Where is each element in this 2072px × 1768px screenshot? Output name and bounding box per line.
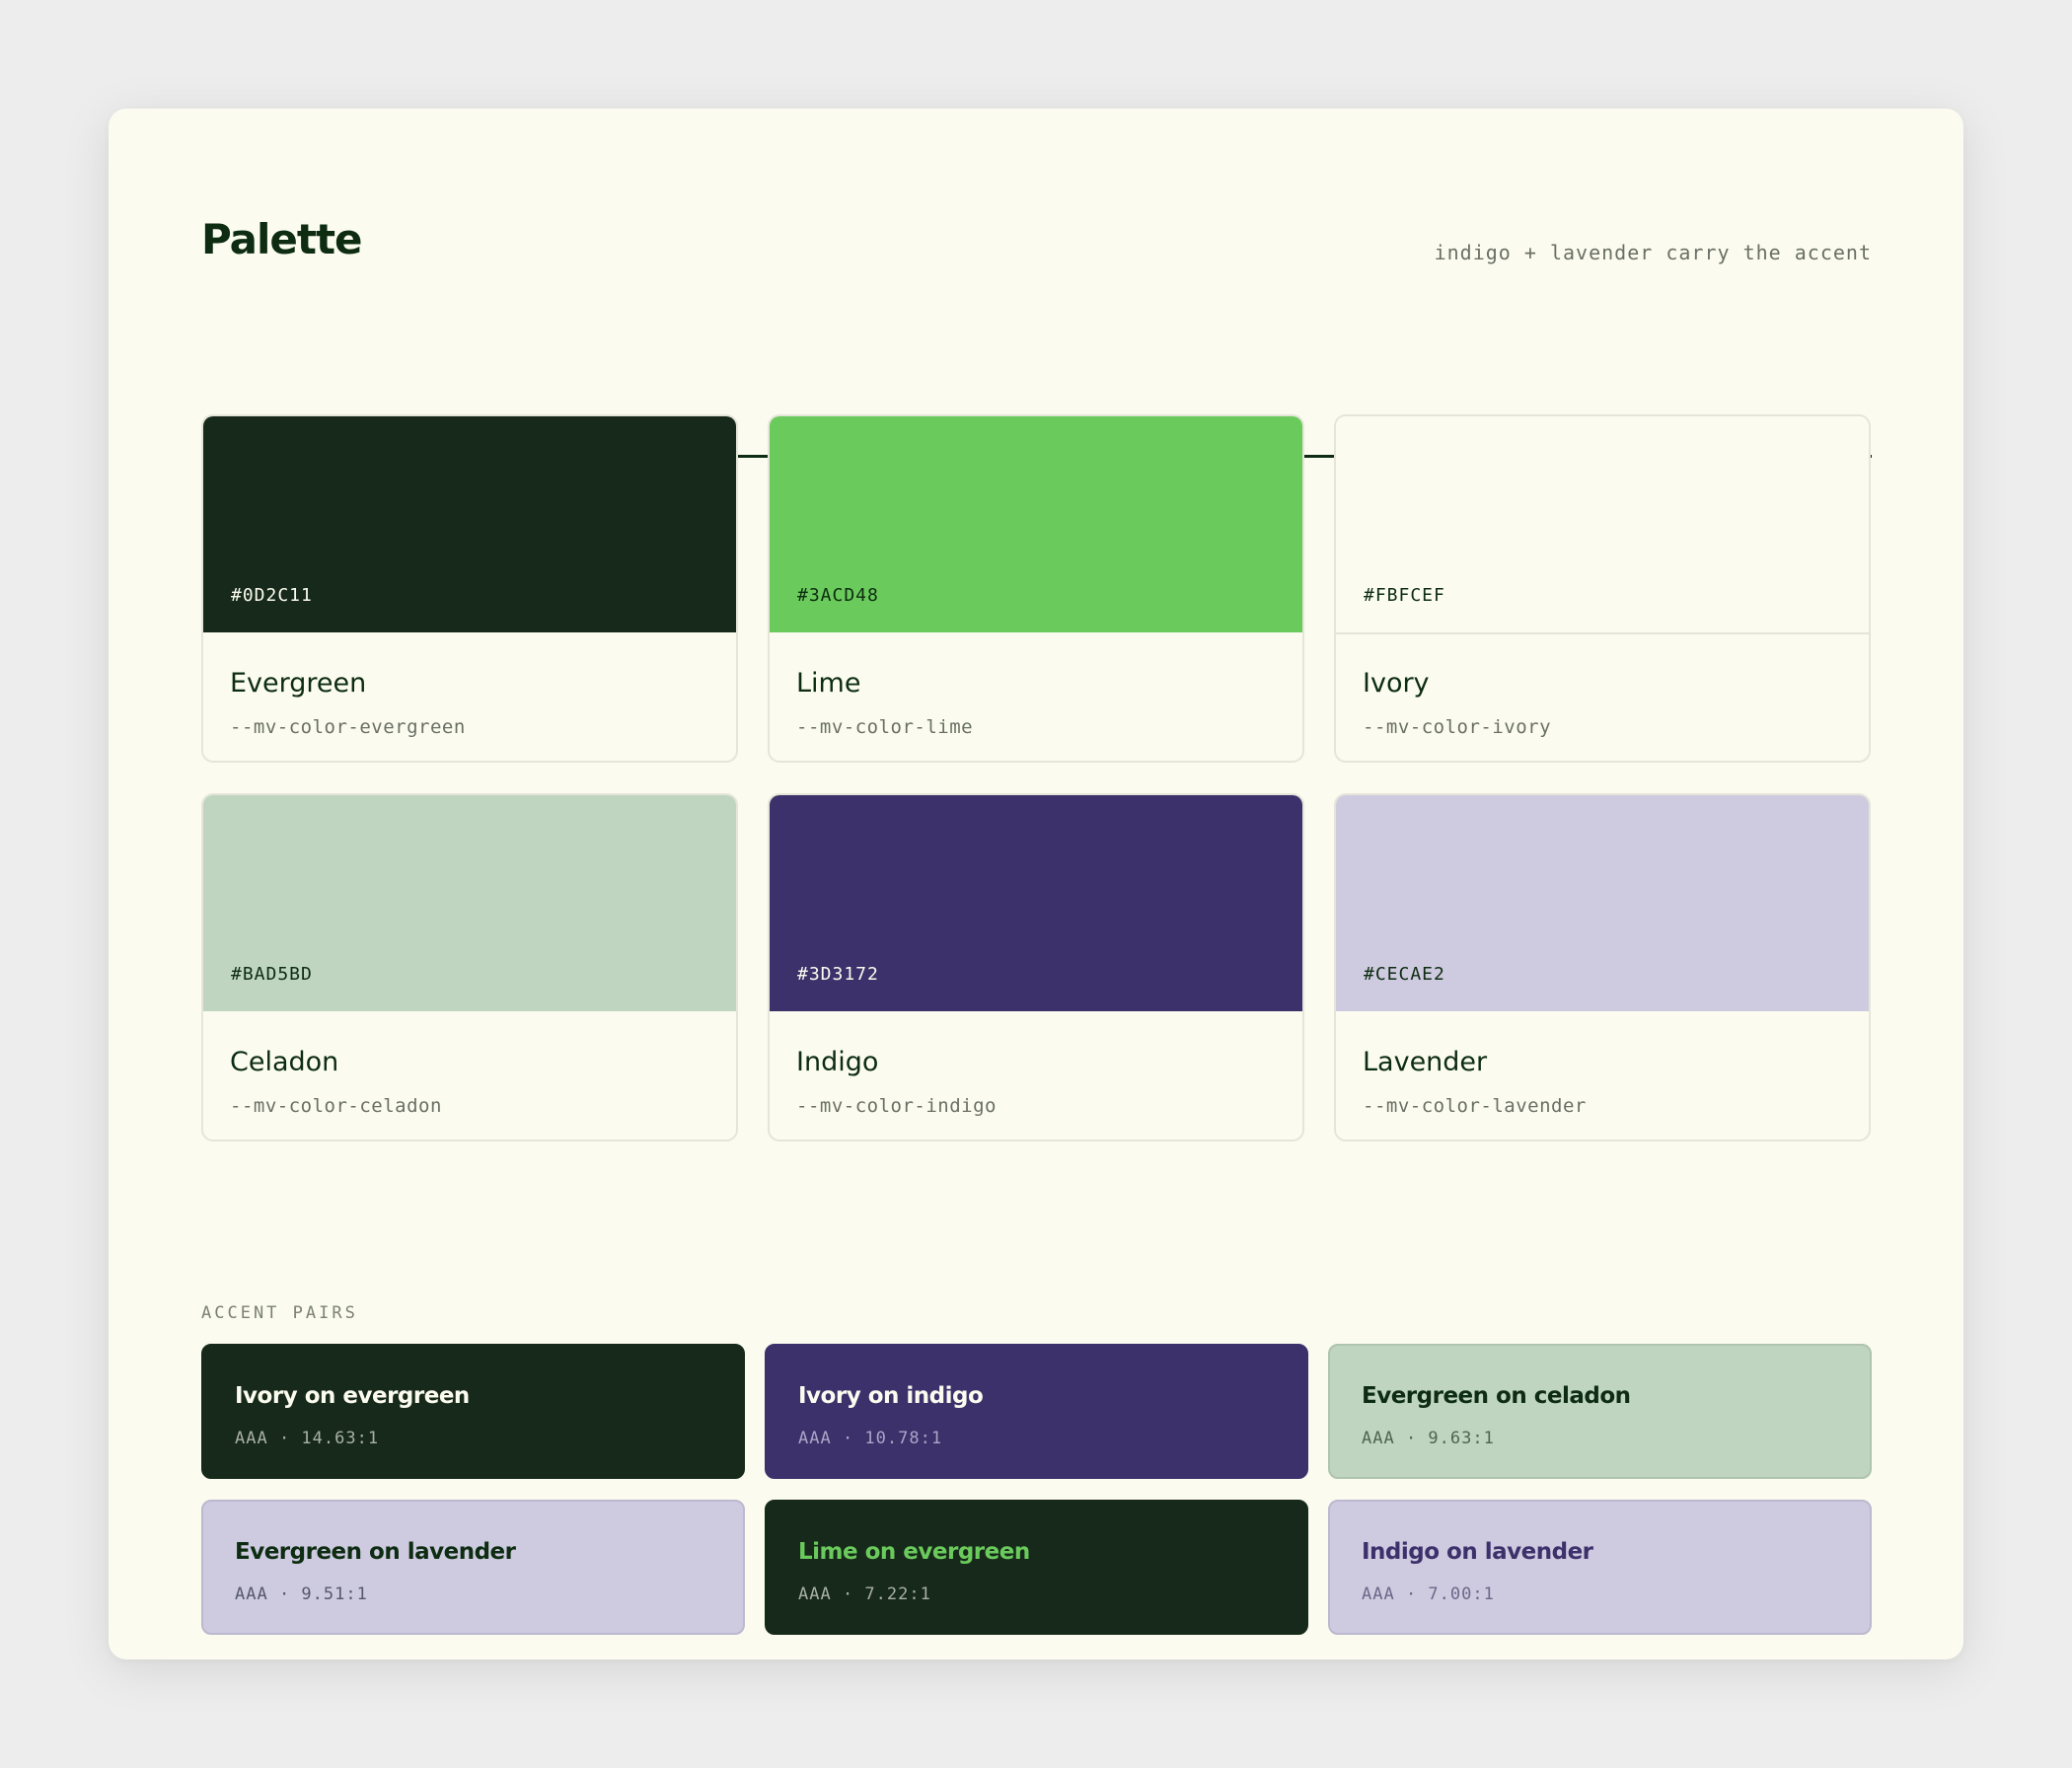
swatch-variable: --mv-color-celadon (230, 1095, 442, 1117)
accent-pair-card[interactable]: Ivory on evergreen AAA · 14.63:1 (201, 1344, 745, 1479)
accent-pair-title: Evergreen on celadon (1362, 1383, 1631, 1409)
swatch-card[interactable]: #CECAE2 Lavender --mv-color-lavender (1334, 793, 1871, 1142)
swatch-name: Ivory (1363, 668, 1430, 699)
accent-pair-contrast: AAA · 9.51:1 (235, 1584, 368, 1604)
swatch-variable: --mv-color-lime (796, 716, 974, 738)
swatch-card[interactable]: #0D2C11 Evergreen --mv-color-evergreen (201, 414, 738, 763)
accent-pair-contrast: AAA · 9.63:1 (1362, 1429, 1495, 1448)
accent-pair-card[interactable]: Indigo on lavender AAA · 7.00:1 (1328, 1500, 1872, 1635)
swatch-color: #BAD5BD (203, 795, 736, 1011)
swatch-variable: --mv-color-lavender (1363, 1095, 1587, 1117)
swatch-hex: #3ACD48 (797, 585, 879, 606)
swatch-card[interactable]: #BAD5BD Celadon --mv-color-celadon (201, 793, 738, 1142)
swatch-grid: #0D2C11 Evergreen --mv-color-evergreen #… (201, 414, 1872, 1142)
accent-pair-card[interactable]: Evergreen on celadon AAA · 9.63:1 (1328, 1344, 1872, 1479)
accent-pair-contrast: AAA · 7.22:1 (798, 1584, 931, 1604)
swatch-card[interactable]: #FBFCEF Ivory --mv-color-ivory (1334, 414, 1871, 763)
swatch-variable: --mv-color-ivory (1363, 716, 1552, 738)
accent-pair-card[interactable]: Evergreen on lavender AAA · 9.51:1 (201, 1500, 745, 1635)
accent-pairs-grid: Ivory on evergreen AAA · 14.63:1 Ivory o… (201, 1344, 1872, 1635)
swatch-color: #3ACD48 (770, 416, 1302, 632)
swatch-color: #CECAE2 (1336, 795, 1869, 1011)
accent-pair-contrast: AAA · 10.78:1 (798, 1429, 943, 1448)
swatch-variable: --mv-color-indigo (796, 1095, 997, 1117)
accent-pair-card[interactable]: Lime on evergreen AAA · 7.22:1 (765, 1500, 1308, 1635)
swatch-hex: #CECAE2 (1364, 964, 1445, 985)
swatch-hex: #0D2C11 (231, 585, 313, 606)
swatch-color: #FBFCEF (1336, 416, 1869, 634)
accent-pair-title: Ivory on evergreen (235, 1383, 470, 1409)
palette-card: Palette indigo + lavender carry the acce… (109, 109, 1963, 1659)
swatch-hex: #BAD5BD (231, 964, 313, 985)
swatch-variable: --mv-color-evergreen (230, 716, 466, 738)
accent-pairs-label: ACCENT PAIRS (201, 1303, 358, 1323)
accent-pair-title: Indigo on lavender (1362, 1539, 1593, 1565)
swatch-name: Lavender (1363, 1047, 1488, 1077)
swatch-color: #0D2C11 (203, 416, 736, 632)
page-subtitle: indigo + lavender carry the accent (1434, 241, 1872, 264)
accent-pair-contrast: AAA · 14.63:1 (235, 1429, 380, 1448)
swatch-card[interactable]: #3D3172 Indigo --mv-color-indigo (768, 793, 1304, 1142)
swatch-name: Indigo (796, 1047, 879, 1077)
accent-pair-card[interactable]: Ivory on indigo AAA · 10.78:1 (765, 1344, 1308, 1479)
accent-pair-title: Lime on evergreen (798, 1539, 1030, 1565)
accent-pair-contrast: AAA · 7.00:1 (1362, 1584, 1495, 1604)
swatch-hex: #3D3172 (797, 964, 879, 985)
swatch-name: Evergreen (230, 668, 367, 699)
swatch-color: #3D3172 (770, 795, 1302, 1011)
page-title: Palette (201, 215, 363, 263)
accent-pair-title: Evergreen on lavender (235, 1539, 516, 1565)
swatch-hex: #FBFCEF (1364, 585, 1445, 606)
swatch-card[interactable]: #3ACD48 Lime --mv-color-lime (768, 414, 1304, 763)
swatch-name: Lime (796, 668, 861, 699)
accent-pair-title: Ivory on indigo (798, 1383, 984, 1409)
swatch-name: Celadon (230, 1047, 339, 1077)
